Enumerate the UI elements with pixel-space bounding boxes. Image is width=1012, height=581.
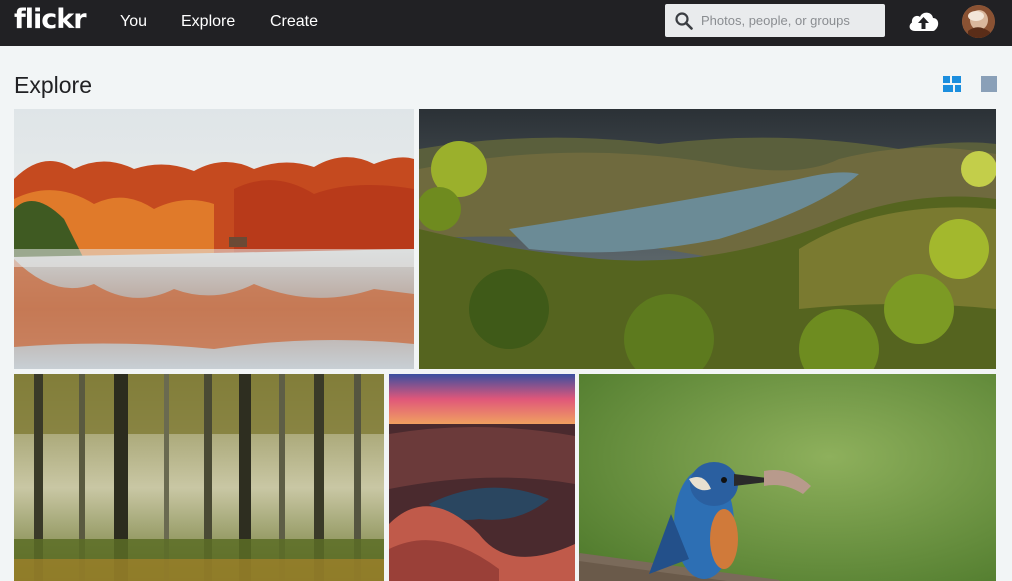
photo-autumn-lake[interactable] <box>14 109 414 369</box>
single-view-icon[interactable] <box>980 76 998 92</box>
user-avatar[interactable] <box>962 5 995 38</box>
search-icon[interactable] <box>675 12 693 30</box>
top-navigation-bar: flickr You Explore Create <box>0 0 1012 46</box>
nav-create-link[interactable]: Create <box>270 12 318 32</box>
cloud-upload-icon[interactable] <box>907 9 940 33</box>
photo-kingfisher[interactable] <box>579 374 996 581</box>
justified-view-icon[interactable] <box>943 76 961 92</box>
nav-you-link[interactable]: You <box>120 12 147 32</box>
photo-misty-forest[interactable] <box>14 374 384 581</box>
photo-river-valley[interactable] <box>419 109 996 369</box>
search-box[interactable] <box>665 4 885 37</box>
nav-explore-link[interactable]: Explore <box>181 12 235 32</box>
flickr-logo[interactable]: flickr <box>14 5 87 35</box>
page-title: Explore <box>14 72 92 98</box>
search-input[interactable] <box>701 4 879 37</box>
photo-canyon-sunset[interactable] <box>389 374 575 581</box>
